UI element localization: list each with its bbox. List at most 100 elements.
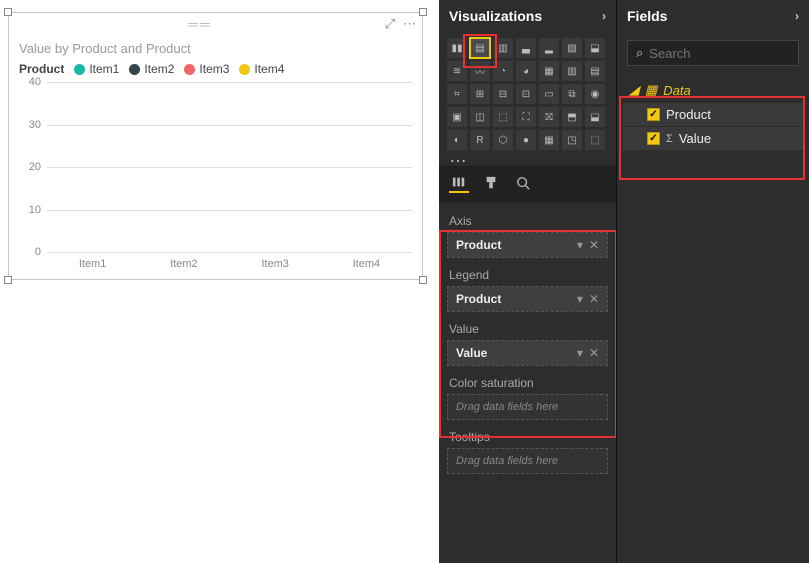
more-options-icon[interactable]: ⋯ <box>403 16 416 32</box>
viz-type-icon[interactable]: ⬓ <box>585 107 605 127</box>
viz-type-icon[interactable]: ⬒ <box>562 107 582 127</box>
viz-type-icon[interactable]: ⬡ <box>493 130 513 150</box>
legend-item: Item1 <box>74 62 119 76</box>
format-tab-icon[interactable] <box>481 173 501 193</box>
properties-tabs <box>439 166 616 202</box>
x-tick-label: Item4 <box>321 258 412 270</box>
report-canvas[interactable]: ══ ⤢ ⋯ Value by Product and Product Prod… <box>0 0 439 563</box>
axis-field-chip[interactable]: Product ▾✕ <box>448 233 607 257</box>
remove-icon[interactable]: ✕ <box>589 346 599 360</box>
x-tick-label: Item1 <box>47 258 138 270</box>
resize-handle-bl[interactable] <box>4 276 12 284</box>
field-checkbox[interactable]: ✓ <box>647 108 660 121</box>
chevron-right-icon[interactable]: › <box>602 9 606 23</box>
remove-icon[interactable]: ✕ <box>589 292 599 306</box>
remove-icon[interactable]: ✕ <box>589 238 599 252</box>
value-field-chip[interactable]: Value ▾✕ <box>448 341 607 365</box>
drag-handle-icon[interactable]: ══ <box>188 16 212 32</box>
value-well[interactable]: Value ▾✕ <box>447 340 608 366</box>
viz-type-icon[interactable]: ⬚ <box>493 107 513 127</box>
search-input[interactable] <box>649 46 809 61</box>
y-tick-label: 30 <box>17 119 41 131</box>
viz-type-icon[interactable]: ▧ <box>562 38 582 58</box>
visualizations-panel: Visualizations › ▮▮▤▥▃▂▧⬓≋〰◔◕▦▥▤⌗⊞⊟⊡▭⧉◉▣… <box>439 0 617 563</box>
color-saturation-well-label: Color saturation <box>447 370 608 394</box>
viz-type-icon[interactable]: ⊞ <box>470 84 490 104</box>
x-tick-label: Item3 <box>230 258 321 270</box>
viz-type-icon[interactable]: ⛝ <box>539 107 559 127</box>
legend-item: Item3 <box>184 62 229 76</box>
viz-type-icon[interactable]: ▮▮ <box>447 38 467 58</box>
viz-type-icon[interactable]: ◫ <box>470 107 490 127</box>
focus-mode-icon[interactable]: ⤢ <box>385 16 395 32</box>
viz-type-icon[interactable]: ⬚ <box>585 130 605 150</box>
viz-type-icon[interactable]: ⛶ <box>516 107 536 127</box>
viz-type-icon[interactable]: ◕ <box>516 61 536 81</box>
visualizations-header[interactable]: Visualizations › <box>439 0 616 32</box>
viz-type-icon[interactable]: ⌗ <box>447 84 467 104</box>
axis-well-label: Axis <box>447 208 608 232</box>
viz-type-icon[interactable]: ⊡ <box>516 84 536 104</box>
x-tick-label: Item2 <box>138 258 229 270</box>
legend-well[interactable]: Product ▾✕ <box>447 286 608 312</box>
resize-handle-br[interactable] <box>419 276 427 284</box>
gallery-more-icon[interactable]: … <box>439 150 616 166</box>
field-node-product[interactable]: ✓ Product <box>623 103 803 126</box>
viz-type-icon[interactable]: ● <box>516 130 536 150</box>
resize-handle-tl[interactable] <box>4 8 12 16</box>
field-node-value[interactable]: ✓ Σ Value <box>623 127 803 150</box>
viz-type-icon[interactable]: ▣ <box>447 107 467 127</box>
viz-type-icon[interactable]: ▃ <box>516 38 536 58</box>
collapse-icon[interactable]: ◢ <box>629 82 639 98</box>
y-tick-label: 40 <box>17 76 41 88</box>
viz-type-icon[interactable]: ▂ <box>539 38 559 58</box>
viz-type-icon[interactable]: ≋ <box>447 61 467 81</box>
legend-well-label: Legend <box>447 262 608 286</box>
fields-tree: ◢ ▦ Data ✓ Product ✓ Σ Value <box>623 78 803 150</box>
chevron-right-icon[interactable]: › <box>795 9 799 23</box>
viz-type-icon[interactable]: ◳ <box>562 130 582 150</box>
viz-type-icon[interactable]: ▤ <box>470 38 490 58</box>
tooltips-well[interactable]: Drag data fields here <box>447 448 608 474</box>
viz-type-icon[interactable]: ⧉ <box>562 84 582 104</box>
color-saturation-well[interactable]: Drag data fields here <box>447 394 608 420</box>
analytics-tab-icon[interactable] <box>513 173 533 193</box>
viz-type-icon[interactable]: ◉ <box>585 84 605 104</box>
visual-header: ══ ⤢ ⋯ <box>9 13 422 35</box>
field-checkbox[interactable]: ✓ <box>647 132 660 145</box>
chevron-down-icon[interactable]: ▾ <box>577 238 583 252</box>
legend-field-chip[interactable]: Product ▾✕ <box>448 287 607 311</box>
fields-tab-icon[interactable] <box>449 173 469 193</box>
viz-type-icon[interactable]: ▭ <box>539 84 559 104</box>
field-wells: Axis Product ▾✕ Legend Product ▾✕ Value … <box>439 202 616 563</box>
fields-panel: Fields › ⌕ ◢ ▦ Data ✓ Product ✓ Σ Value <box>617 0 809 563</box>
fields-search[interactable]: ⌕ <box>627 40 799 66</box>
viz-type-icon[interactable]: R <box>470 130 490 150</box>
viz-type-icon[interactable]: ⬓ <box>585 38 605 58</box>
legend-item: Item2 <box>129 62 174 76</box>
axis-well[interactable]: Product ▾✕ <box>447 232 608 258</box>
fields-header[interactable]: Fields › <box>617 0 809 32</box>
viz-type-icon[interactable]: ▥ <box>562 61 582 81</box>
sigma-icon: Σ <box>666 133 673 145</box>
viz-type-icon[interactable]: ▤ <box>585 61 605 81</box>
viz-type-icon[interactable]: 〰 <box>470 61 490 81</box>
chart-x-axis: Item1Item2Item3Item4 <box>47 258 412 270</box>
viz-type-icon[interactable]: ▦ <box>539 61 559 81</box>
table-node[interactable]: ◢ ▦ Data <box>623 78 803 102</box>
viz-type-icon[interactable]: ⊟ <box>493 84 513 104</box>
legend-field-label: Product <box>19 62 64 76</box>
resize-handle-tr[interactable] <box>419 8 427 16</box>
chart-plot-area: 010203040 <box>47 82 412 252</box>
chart-title: Value by Product and Product <box>9 35 422 58</box>
value-well-label: Value <box>447 316 608 340</box>
viz-type-icon[interactable]: ◔ <box>493 61 513 81</box>
viz-type-icon[interactable]: ▥ <box>493 38 513 58</box>
viz-type-icon[interactable]: ▦ <box>539 130 559 150</box>
chart-visual[interactable]: ══ ⤢ ⋯ Value by Product and Product Prod… <box>8 12 423 280</box>
legend-item: Item4 <box>239 62 284 76</box>
chevron-down-icon[interactable]: ▾ <box>577 292 583 306</box>
y-tick-label: 10 <box>17 204 41 216</box>
chevron-down-icon[interactable]: ▾ <box>577 346 583 360</box>
tooltips-well-label: Tooltips <box>447 424 608 448</box>
